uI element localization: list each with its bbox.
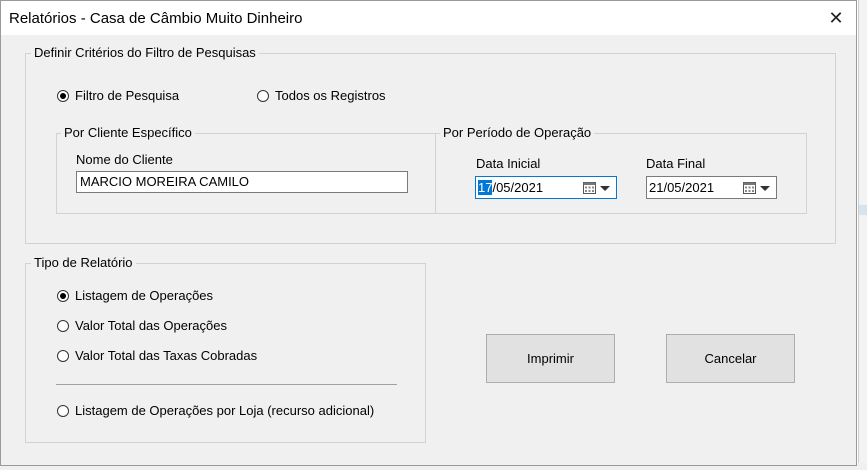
start-date-rest: /05/2021 xyxy=(492,180,544,195)
start-date-day-selection: 17 xyxy=(478,180,493,195)
client-legend: Por Cliente Específico xyxy=(61,125,195,141)
client-name-label: Nome do Cliente xyxy=(76,152,173,167)
print-button[interactable]: Imprimir xyxy=(486,334,615,383)
client-name-field[interactable]: MARCIO MOREIRA CAMILO xyxy=(76,171,408,193)
criteria-legend: Definir Critérios do Filtro de Pesquisas xyxy=(31,45,259,61)
filter-search-radio[interactable]: Filtro de Pesquisa xyxy=(57,88,179,103)
report-option-label: Valor Total das Taxas Cobradas xyxy=(75,348,258,363)
end-date-picker[interactable]: 21/05/2021 xyxy=(646,176,777,199)
reports-dialog: Relatórios - Casa de Câmbio Muito Dinhei… xyxy=(0,0,857,466)
calendar-icon xyxy=(583,182,596,194)
report-option-label: Listagem de Operações xyxy=(75,288,214,303)
start-date-label: Data Inicial xyxy=(476,156,541,171)
report-option-total-operations[interactable]: Valor Total das Operações xyxy=(57,318,227,333)
report-option-total-fees[interactable]: Valor Total das Taxas Cobradas xyxy=(57,348,257,363)
start-date-picker[interactable]: 17/05/2021 xyxy=(475,176,617,199)
end-date-label: Data Final xyxy=(646,156,706,171)
title-bar: Relatórios - Casa de Câmbio Muito Dinhei… xyxy=(1,1,856,35)
background-window-edge xyxy=(858,0,867,470)
period-group: Por Período de Operação Data Inicial 17/… xyxy=(435,125,807,214)
filter-search-label: Filtro de Pesquisa xyxy=(75,88,180,103)
report-options-divider xyxy=(56,384,397,385)
report-option-label: Listagem de Operações por Loja (recurso … xyxy=(75,403,375,418)
criteria-group: Definir Critérios do Filtro de Pesquisas… xyxy=(25,45,836,244)
radio-unselected-icon xyxy=(257,89,269,102)
all-records-label: Todos os Registros xyxy=(275,88,386,103)
dropdown-arrow-icon[interactable] xyxy=(760,186,770,191)
client-group: Por Cliente Específico Nome do Cliente M… xyxy=(56,125,436,214)
dropdown-arrow-icon[interactable] xyxy=(600,186,610,191)
all-records-radio[interactable]: Todos os Registros xyxy=(257,88,386,103)
end-date-value: 21/05/2021 xyxy=(649,180,715,195)
report-option-operations-list[interactable]: Listagem de Operações xyxy=(57,288,213,303)
close-icon[interactable]: ✕ xyxy=(816,1,856,35)
radio-selected-icon xyxy=(57,89,69,102)
cancel-button[interactable]: Cancelar xyxy=(666,334,795,383)
calendar-icon xyxy=(743,182,756,194)
radio-selected-icon xyxy=(57,289,69,302)
radio-unselected-icon xyxy=(57,404,69,417)
period-legend: Por Período de Operação xyxy=(440,125,595,141)
window-title: Relatórios - Casa de Câmbio Muito Dinhei… xyxy=(9,10,303,27)
report-type-group: Tipo de Relatório Listagem de Operações … xyxy=(25,255,426,443)
radio-unselected-icon xyxy=(57,349,69,362)
radio-unselected-icon xyxy=(57,319,69,332)
report-option-label: Valor Total das Operações xyxy=(75,318,227,333)
report-option-operations-by-store[interactable]: Listagem de Operações por Loja (recurso … xyxy=(57,403,374,418)
report-type-legend: Tipo de Relatório xyxy=(31,255,136,271)
